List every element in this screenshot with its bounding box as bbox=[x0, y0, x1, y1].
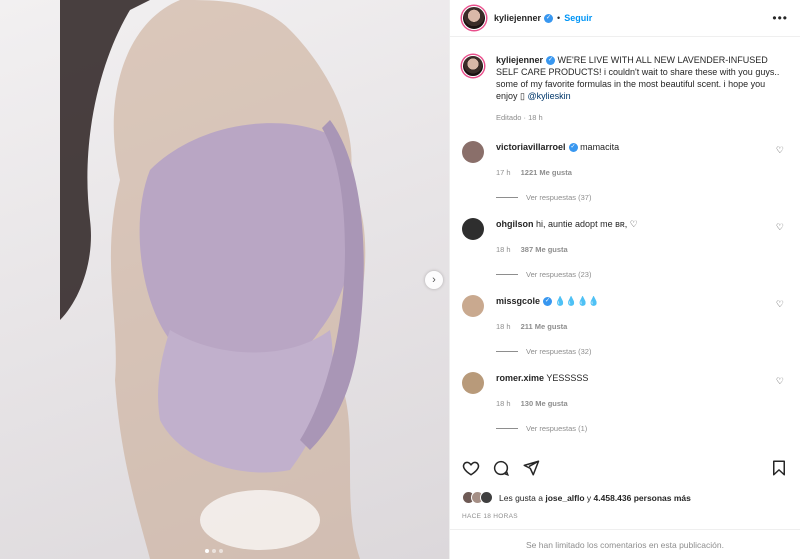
comment-item: missgcole ✓ 💧💧💧💧 18 h 211 Me gusta ♡ bbox=[462, 295, 788, 333]
carousel-dot bbox=[219, 549, 223, 553]
send-icon[interactable] bbox=[522, 459, 540, 477]
post-photo bbox=[60, 0, 366, 559]
verified-icon: ✓ bbox=[543, 297, 553, 307]
separator: • bbox=[557, 13, 561, 23]
comment-time: 18 h bbox=[496, 245, 511, 254]
bookmark-icon[interactable] bbox=[770, 459, 788, 477]
comment-time: 17 h bbox=[496, 168, 511, 177]
carousel-dot bbox=[205, 549, 209, 553]
liker-avatars bbox=[462, 491, 493, 504]
view-replies-link[interactable]: Ver respuestas (37) bbox=[496, 193, 788, 202]
comment-like-heart-icon[interactable]: ♡ bbox=[776, 376, 784, 387]
comment-likes[interactable]: 211 Me gusta bbox=[521, 321, 568, 333]
post-header: kyliejenner ✓ • Seguir ••• bbox=[450, 0, 800, 37]
comment-username[interactable]: missgcole bbox=[496, 296, 540, 306]
comment-like-heart-icon[interactable]: ♡ bbox=[776, 222, 784, 233]
comment-like-heart-icon[interactable]: ♡ bbox=[776, 145, 784, 156]
comment-time: 18 h bbox=[496, 399, 511, 408]
chevron-right-icon: › bbox=[432, 273, 436, 286]
verified-icon: ✓ bbox=[546, 56, 556, 66]
comment-username[interactable]: romer.xime bbox=[496, 373, 544, 383]
comment-item: ohgilson hi, auntie adopt me ʙʀ, ♡ 18 h … bbox=[462, 218, 788, 256]
view-replies-link[interactable]: Ver respuestas (23) bbox=[496, 270, 788, 279]
caption-edited-time: Editado · 18 h bbox=[496, 113, 543, 122]
verified-icon: ✓ bbox=[544, 13, 554, 23]
commenter-avatar[interactable] bbox=[462, 295, 484, 317]
carousel-indicator bbox=[205, 549, 223, 553]
instagram-post: › kyliejenner ✓ • Seguir ••• kyliejenner… bbox=[0, 0, 800, 559]
heart-icon[interactable] bbox=[462, 459, 480, 477]
comment-likes[interactable]: 1221 Me gusta bbox=[521, 167, 572, 179]
post-media[interactable]: › bbox=[0, 0, 449, 559]
caption-username[interactable]: kyliejenner bbox=[496, 55, 543, 65]
comment-item: romer.xime YESSSSS 18 h 130 Me gusta ♡ bbox=[462, 372, 788, 410]
comment-icon[interactable] bbox=[492, 459, 510, 477]
comment-like-heart-icon[interactable]: ♡ bbox=[776, 299, 784, 310]
caption-emoji: ▯ bbox=[520, 91, 525, 101]
caption-mention-link[interactable]: @kylieskin bbox=[528, 91, 571, 101]
caption: kyliejenner ✓ WE'RE LIVE WITH ALL NEW LAV… bbox=[462, 38, 788, 124]
likes-summary: Les gusta a jose_alflo y 4.458.436 perso… bbox=[462, 491, 691, 504]
liker-username[interactable]: jose_alflo bbox=[545, 493, 584, 503]
avatar bbox=[480, 491, 493, 504]
comment-text: YESSSSS bbox=[546, 373, 589, 383]
header-username[interactable]: kyliejenner bbox=[494, 13, 541, 23]
comment-text: 💧💧💧💧 bbox=[554, 296, 600, 306]
post-actions bbox=[462, 456, 788, 480]
caption-avatar[interactable] bbox=[462, 55, 484, 77]
likes-text: Les gusta a jose_alflo y 4.458.436 perso… bbox=[499, 492, 691, 503]
comments-limited-notice: Se han limitado los comentarios en esta … bbox=[450, 529, 800, 559]
likes-count-link[interactable]: 4.458.436 personas más bbox=[594, 493, 691, 503]
view-replies-link[interactable]: Ver respuestas (1) bbox=[496, 424, 788, 433]
more-options-icon[interactable]: ••• bbox=[772, 11, 788, 25]
commenter-avatar[interactable] bbox=[462, 372, 484, 394]
comment-item: victoriavillarroel ✓ mamacita 17 h 1221 M… bbox=[462, 141, 788, 179]
comment-likes[interactable]: 387 Me gusta bbox=[521, 244, 568, 256]
commenter-avatar[interactable] bbox=[462, 218, 484, 240]
carousel-dot bbox=[212, 549, 216, 553]
follow-button[interactable]: Seguir bbox=[564, 13, 592, 23]
verified-icon: ✓ bbox=[568, 143, 578, 153]
post-timestamp: HACE 18 HORAS bbox=[462, 513, 518, 520]
comment-text: mamacita bbox=[580, 142, 620, 152]
next-slide-button[interactable]: › bbox=[425, 271, 443, 289]
comment-username[interactable]: victoriavillarroel bbox=[496, 142, 566, 152]
comment-text: hi, auntie adopt me ʙʀ, ♡ bbox=[536, 219, 638, 229]
view-replies-link[interactable]: Ver respuestas (32) bbox=[496, 347, 788, 356]
comments-section[interactable]: kyliejenner ✓ WE'RE LIVE WITH ALL NEW LAV… bbox=[450, 38, 800, 446]
avatar[interactable] bbox=[462, 6, 486, 30]
comment-username[interactable]: ohgilson bbox=[496, 219, 534, 229]
comment-likes[interactable]: 130 Me gusta bbox=[521, 398, 568, 410]
commenter-avatar[interactable] bbox=[462, 141, 484, 163]
post-side-panel: kyliejenner ✓ • Seguir ••• kyliejenner ✓ … bbox=[449, 0, 800, 559]
comment-time: 18 h bbox=[496, 322, 511, 331]
caption-body: kyliejenner ✓ WE'RE LIVE WITH ALL NEW LAV… bbox=[496, 54, 781, 124]
